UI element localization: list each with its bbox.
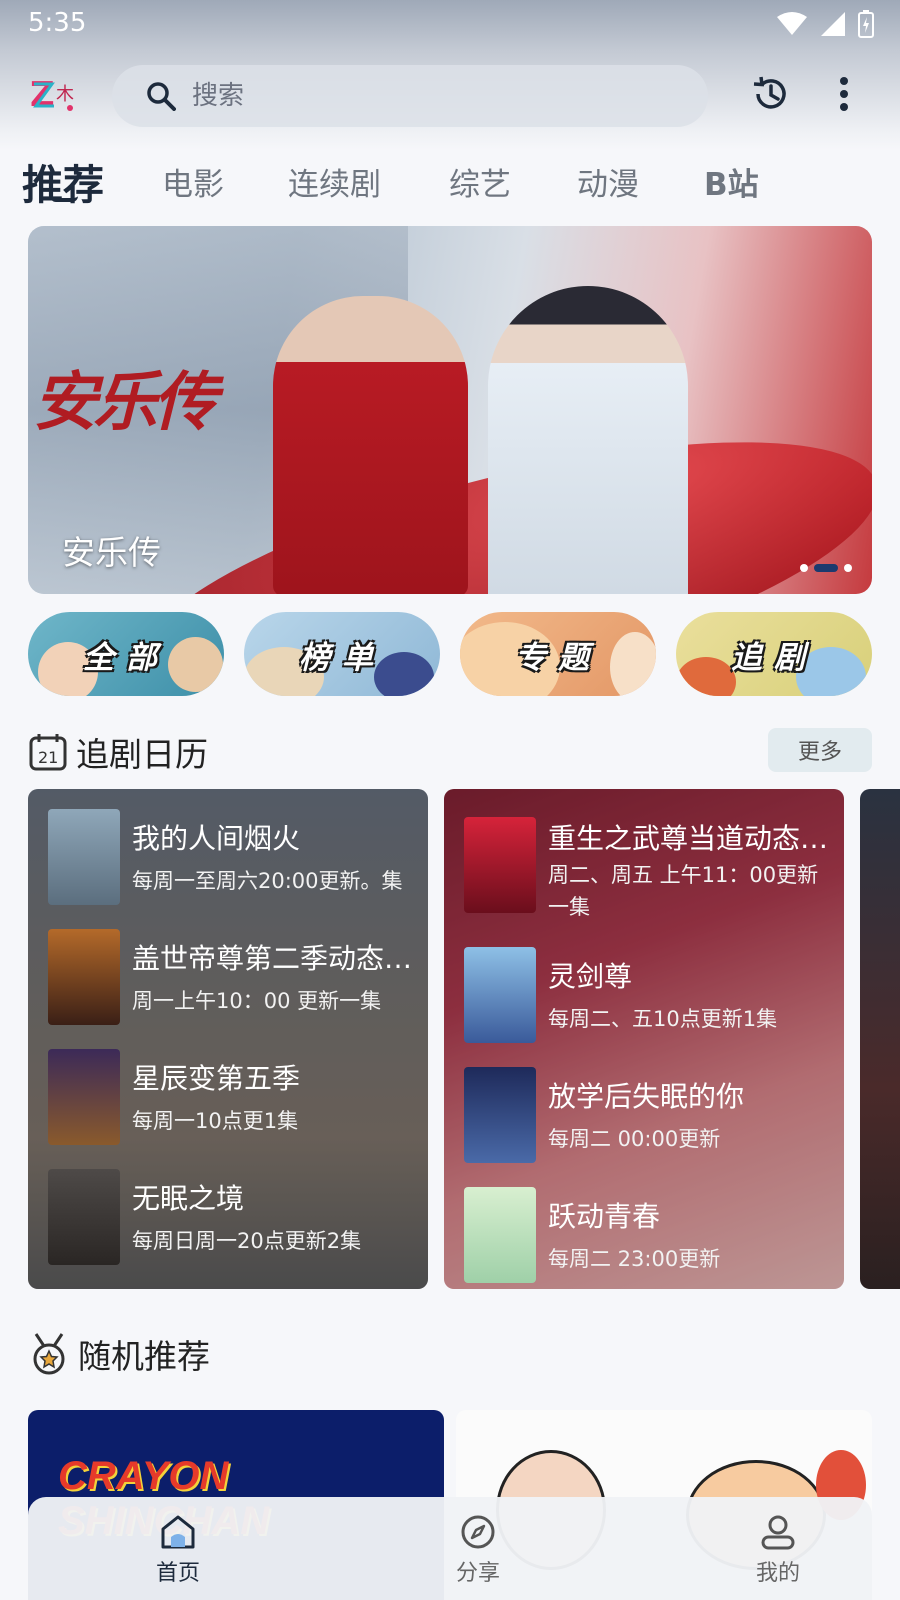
list-item[interactable]: 我的人间烟火 每周一至周六20:00更新。集: [48, 809, 428, 905]
category-follow-button[interactable]: 追剧: [676, 612, 872, 696]
show-title: 我的人间烟火: [132, 822, 301, 855]
list-item[interactable]: 星辰变第五季 每周一10点更1集: [48, 1049, 428, 1145]
svg-text:21: 21: [38, 748, 58, 767]
show-title: 盖世帝尊第二季动态漫画: [132, 942, 422, 975]
medal-icon: [33, 1333, 65, 1375]
nav-home-label: 首页: [155, 1561, 200, 1586]
home-icon: [161, 1515, 195, 1549]
banner-calligraphy-logo: 安乐传: [33, 365, 217, 440]
show-title: 无眠之境: [132, 1182, 245, 1215]
calendar-icon: 21: [29, 734, 67, 771]
banner-page-indicator: [800, 564, 852, 572]
poster-thumbnail: [464, 1187, 536, 1283]
cellular-signal-icon: [821, 12, 845, 36]
list-item[interactable]: 无眠之境 每周日周一20点更新2集: [48, 1169, 428, 1265]
list-item[interactable]: 盖世帝尊第二季动态漫画 周一上午10：00 更新一集: [48, 929, 428, 1025]
user-icon: [761, 1515, 795, 1550]
show-title: 灵剑尊: [548, 960, 633, 993]
category-topics-label: 专题: [515, 639, 601, 676]
banner-carousel[interactable]: 安乐传 安乐传: [28, 226, 872, 594]
list-item[interactable]: 重生之武尊当道动态漫画 周二、周五 上午11：00更新一集: [464, 817, 844, 919]
calendar-section-header: 21 追剧日历: [28, 728, 208, 776]
nav-home[interactable]: 首页: [118, 1513, 238, 1587]
category-tabs: 推荐 电影 连续剧 综艺 动漫 B站: [0, 145, 900, 210]
poster-thumbnail: [464, 947, 536, 1043]
nav-share-label: 分享: [455, 1561, 500, 1586]
calendar-more-button[interactable]: 更多: [768, 728, 872, 772]
poster-thumbnail: [48, 929, 120, 1025]
show-schedule: 周二、周五 上午11：00更新一集: [548, 863, 819, 919]
tab-anime[interactable]: 动漫: [577, 159, 639, 204]
nav-share[interactable]: 分享: [418, 1513, 538, 1587]
svg-text:木: 木: [56, 84, 74, 105]
banner-figure-male: [488, 286, 688, 594]
poster-thumbnail: [464, 1067, 536, 1163]
show-schedule: 每周二、五10点更新1集: [548, 1007, 778, 1031]
status-bar: 5:35: [0, 0, 900, 50]
category-ranking-label: 榜单: [299, 639, 385, 676]
list-item[interactable]: 跃动青春 每周二 23:00更新: [464, 1187, 844, 1283]
banner-dot: [844, 564, 852, 572]
show-schedule: 每周二 23:00更新: [548, 1247, 721, 1271]
nav-profile-label: 我的: [755, 1561, 800, 1586]
search-input[interactable]: [192, 81, 632, 111]
calendar-card[interactable]: 重生之武尊当道动态漫画 周二、周五 上午11：00更新一集 灵剑尊 每周二、五1…: [444, 789, 844, 1289]
battery-icon: [858, 10, 874, 38]
tab-movies[interactable]: 电影: [162, 159, 224, 204]
banner-caption: 安乐传: [62, 533, 161, 572]
poster-thumbnail: [48, 1049, 120, 1145]
category-topics-button[interactable]: 专题: [460, 612, 656, 696]
app-logo-icon[interactable]: Z 木: [30, 72, 84, 116]
search-icon: [147, 82, 176, 111]
category-all-button[interactable]: 全部: [28, 612, 224, 696]
wifi-icon: [777, 12, 807, 35]
category-shortcuts: 全部 榜单 专题 追剧: [28, 612, 872, 696]
poster-thumbnail: [464, 817, 536, 913]
show-title: 跃动青春: [548, 1200, 661, 1233]
show-schedule: 每周一至周六20:00更新。集: [132, 869, 403, 893]
calendar-card[interactable]: 我的人间烟火 每周一至周六20:00更新。集 盖世帝尊第二季动态漫画 周一上午1…: [28, 789, 428, 1289]
tab-series[interactable]: 连续剧: [288, 159, 381, 204]
nav-profile[interactable]: 我的: [718, 1513, 838, 1587]
random-section-header: 随机推荐: [28, 1330, 210, 1378]
more-options-icon[interactable]: [838, 76, 850, 112]
tab-active-indicator: [50, 196, 78, 202]
tab-bilibili[interactable]: B站: [704, 159, 759, 204]
tab-recommend[interactable]: 推荐: [22, 151, 104, 211]
banner-figure-female: [273, 296, 468, 594]
history-icon[interactable]: [750, 74, 790, 114]
banner-dot: [800, 564, 808, 572]
show-schedule: 每周一10点更1集: [132, 1109, 299, 1133]
show-title: 放学后失眠的你: [548, 1080, 745, 1113]
show-schedule: 每周二 00:00更新: [548, 1127, 721, 1151]
category-follow-label: 追剧: [731, 639, 817, 676]
banner-dot-active: [814, 564, 838, 572]
show-schedule: 周一上午10：00 更新一集: [132, 989, 382, 1013]
search-bar[interactable]: [112, 65, 708, 127]
show-schedule: 每周日周一20点更新2集: [132, 1229, 362, 1253]
tab-variety[interactable]: 综艺: [449, 159, 511, 204]
list-item[interactable]: 放学后失眠的你 每周二 00:00更新: [464, 1067, 844, 1163]
status-time: 5:35: [28, 8, 87, 38]
compass-icon: [461, 1515, 495, 1549]
list-item[interactable]: 灵剑尊 每周二、五10点更新1集: [464, 947, 844, 1043]
category-all-label: 全部: [83, 639, 169, 676]
category-ranking-button[interactable]: 榜单: [244, 612, 440, 696]
show-title: 星辰变第五季: [132, 1062, 301, 1095]
poster-thumbnail: [48, 809, 120, 905]
poster-thumbnail: [48, 1169, 120, 1265]
calendar-section-title: 追剧日历: [76, 735, 208, 774]
bottom-navigation: 首页 分享 我的: [28, 1497, 872, 1600]
show-title: 重生之武尊当道动态漫画: [548, 822, 838, 855]
calendar-card-partial[interactable]: [860, 789, 900, 1289]
random-section-title: 随机推荐: [78, 1337, 210, 1376]
